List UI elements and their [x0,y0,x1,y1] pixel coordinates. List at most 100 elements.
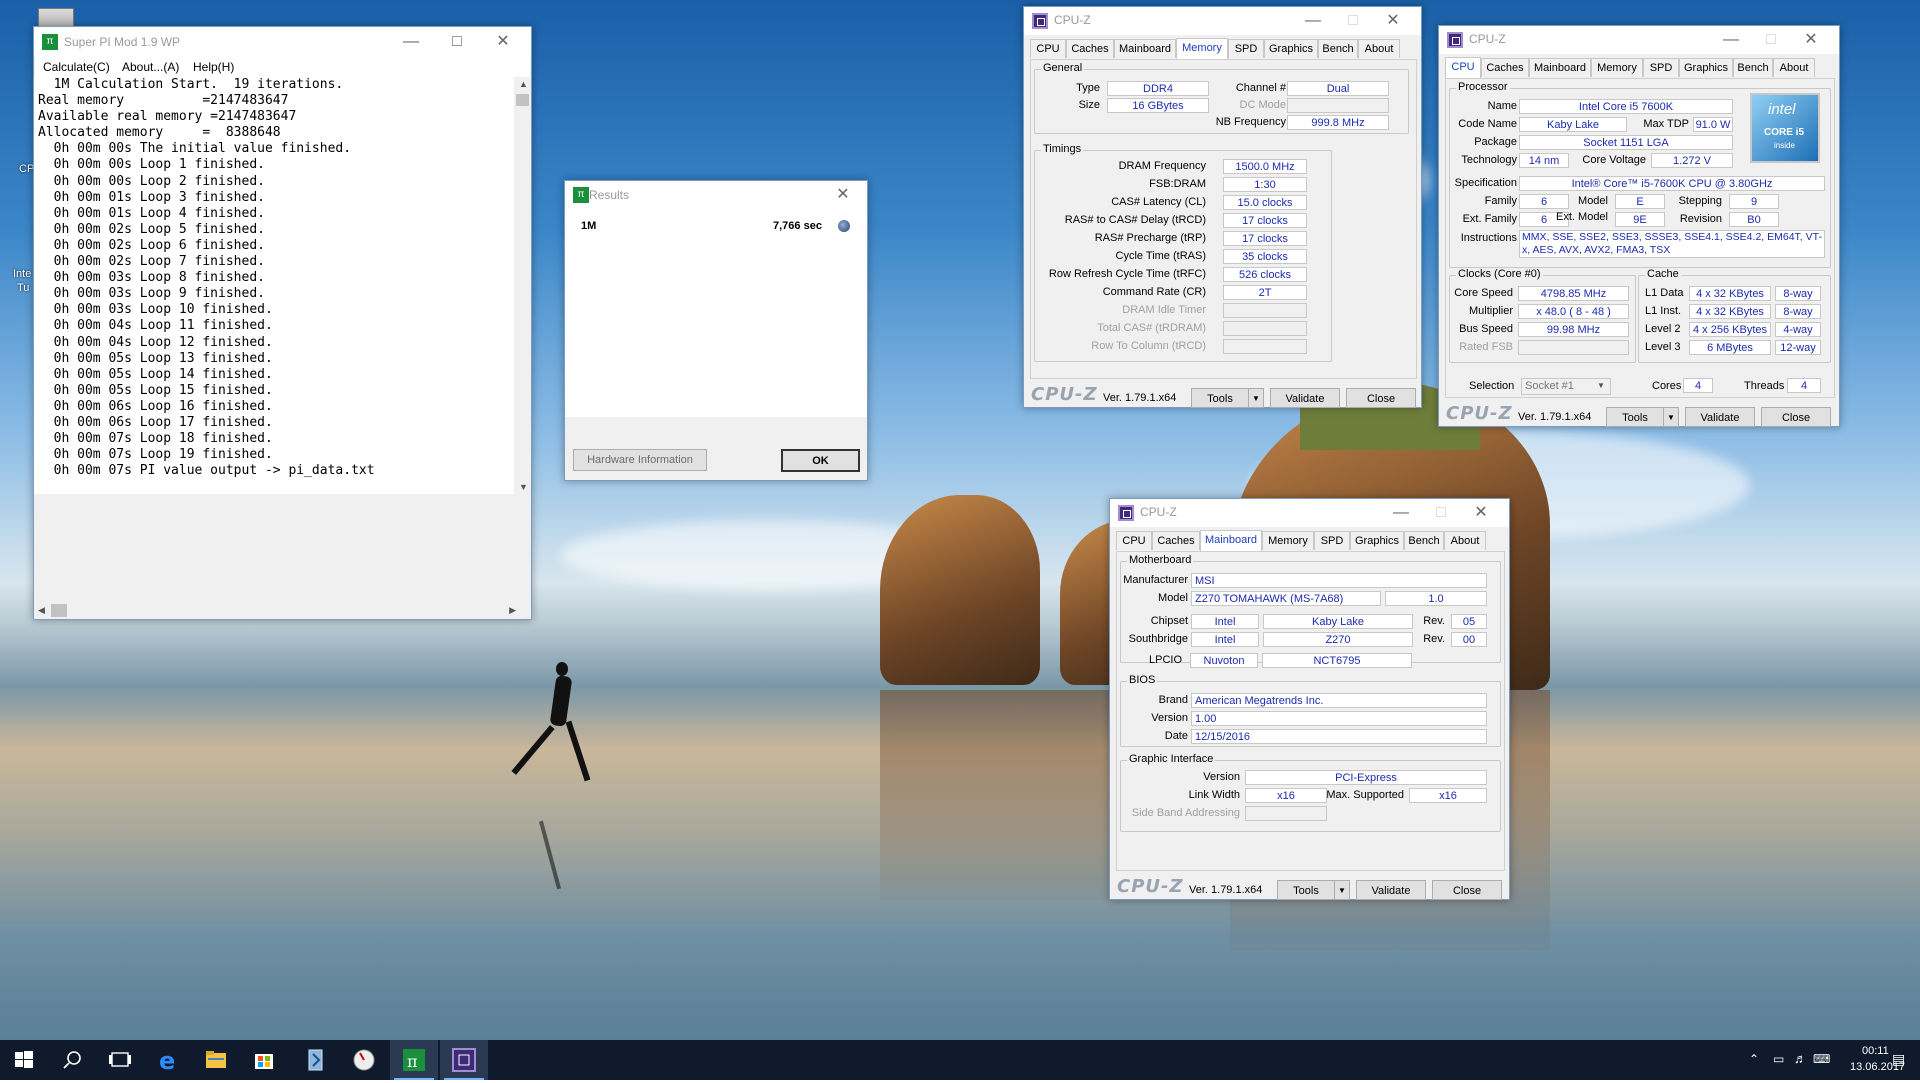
volume-icon[interactable]: ♬ [1794,1051,1807,1066]
taskbar-file-explorer[interactable] [192,1040,240,1080]
close-button[interactable]: ✕ [1373,10,1413,32]
tab-cpu[interactable]: CPU [1030,39,1066,58]
tab-spd[interactable]: SPD [1314,531,1350,550]
validate-button[interactable]: Validate [1356,880,1426,900]
package-value: Socket 1151 LGA [1519,135,1733,150]
taskbar-app-tool[interactable] [292,1040,340,1080]
scroll-thumb[interactable] [516,94,529,106]
tab-memory[interactable]: Memory [1176,38,1228,59]
minimize-button[interactable]: — [1711,29,1751,51]
tab-cpu[interactable]: CPU [1116,531,1152,550]
tab-about[interactable]: About [1358,39,1400,58]
results-titlebar[interactable]: π Results ✕ [565,181,867,209]
validate-button[interactable]: Validate [1270,388,1340,408]
taskbar-store[interactable] [240,1040,288,1080]
tools-dropdown-icon[interactable]: ▼ [1663,407,1679,427]
chevron-up-icon[interactable]: ⌃ [1749,1052,1759,1066]
menu-calculate[interactable]: Calculate(C) [43,60,110,74]
tools-dropdown-icon[interactable]: ▼ [1334,880,1350,900]
tools-button[interactable]: Tools [1277,880,1335,900]
tab-about[interactable]: About [1773,58,1815,77]
start-button[interactable] [0,1040,48,1080]
maximize-button[interactable]: □ [1421,502,1461,524]
chevron-down-icon[interactable]: ▼ [1597,381,1605,390]
superpi-window: π Super PI Mod 1.9 WP — □ ✕ Calculate(C)… [33,26,532,620]
hardware-information-button[interactable]: Hardware Information [573,449,707,471]
tab-mainboard[interactable]: Mainboard [1114,39,1176,58]
close-button[interactable]: ✕ [823,184,863,206]
taskbar-edge[interactable]: e [144,1040,192,1080]
scroll-up-icon[interactable]: ▲ [519,79,528,89]
dcmode-label: DC Mode [1239,99,1286,111]
superpi-titlebar[interactable]: π Super PI Mod 1.9 WP — □ ✕ [34,27,531,57]
ok-button[interactable]: OK [781,449,860,472]
tab-graphics[interactable]: Graphics [1679,58,1733,77]
taskbar-cpuz[interactable] [440,1040,488,1080]
close-button[interactable]: Close [1346,388,1416,408]
cpuz-titlebar[interactable]: CPU-Z — □ ✕ [1110,499,1509,527]
tools-button[interactable]: Tools [1606,407,1664,427]
tab-mainboard[interactable]: Mainboard [1200,530,1262,551]
network-icon[interactable]: ▭ [1773,1052,1784,1066]
close-button[interactable]: Close [1761,407,1831,427]
tools-dropdown-icon[interactable]: ▼ [1248,388,1264,408]
validate-button[interactable]: Validate [1685,407,1755,427]
tab-bench[interactable]: Bench [1404,531,1444,550]
keyboard-icon[interactable]: ⌨ [1813,1052,1830,1066]
scroll-left-icon[interactable]: ◀ [38,605,45,616]
taskbar-app-clock[interactable] [340,1040,388,1080]
tab-caches[interactable]: Caches [1152,531,1200,550]
scroll-thumb[interactable] [51,604,67,617]
cpuz-titlebar[interactable]: CPU-Z — □ ✕ [1024,7,1421,35]
menu-bar: Calculate(C) About...(A) Help(H) [35,57,530,77]
tab-memory[interactable]: Memory [1262,531,1314,550]
timing-label: Total CAS# (tRDRAM) [1097,322,1206,334]
minimize-button[interactable]: — [391,31,431,53]
group-title: General [1041,62,1085,74]
tab-spd[interactable]: SPD [1228,39,1264,58]
timing-label: Cycle Time (tRAS) [1115,250,1206,262]
maximize-button[interactable]: □ [1333,10,1373,32]
task-view-button[interactable] [96,1040,144,1080]
action-center-icon[interactable]: ▤ [1892,1051,1905,1068]
cache-way-value: 8-way [1775,286,1821,301]
maximize-button[interactable]: □ [1751,29,1791,51]
close-button[interactable]: ✕ [1461,502,1501,524]
tab-bench[interactable]: Bench [1318,39,1358,58]
minimize-button[interactable]: — [1293,10,1333,32]
chipset-label: Chipset [1150,615,1188,627]
cpuz-titlebar[interactable]: CPU-Z — □ ✕ [1439,26,1839,54]
timing-value [1223,339,1307,354]
tab-caches[interactable]: Caches [1481,58,1529,77]
scroll-right-icon[interactable]: ▶ [509,605,516,616]
tab-cpu[interactable]: CPU [1445,57,1481,78]
close-button[interactable]: ✕ [1791,29,1831,51]
tab-bench[interactable]: Bench [1733,58,1773,77]
tab-graphics[interactable]: Graphics [1350,531,1404,550]
tab-caches[interactable]: Caches [1066,39,1114,58]
lpcio-vendor-value: Nuvoton [1190,653,1258,668]
close-button[interactable]: ✕ [483,31,523,53]
close-button[interactable]: Close [1432,880,1502,900]
menu-about[interactable]: About...(A) [122,60,179,74]
search-button[interactable] [48,1040,96,1080]
tab-spd[interactable]: SPD [1643,58,1679,77]
tools-button[interactable]: Tools [1191,388,1249,408]
horizontal-scrollbar[interactable]: ◀ ▶ [34,602,520,619]
menu-help[interactable]: Help(H) [193,60,234,74]
superpi-app-icon: π [573,187,589,203]
tab-about[interactable]: About [1444,531,1486,550]
clock-time[interactable]: 00:11 [1862,1045,1889,1057]
console-line: 0h 00m 02s Loop 7 finished. [38,254,265,270]
tab-graphics[interactable]: Graphics [1264,39,1318,58]
minimize-button[interactable]: — [1381,502,1421,524]
cpuz-memory-window: CPU-Z — □ ✕ CPU Caches Mainboard Memory … [1023,6,1422,408]
vertical-scrollbar[interactable]: ▲ ▼ [514,77,531,494]
maximize-button[interactable]: □ [437,31,477,53]
tab-mainboard[interactable]: Mainboard [1529,58,1591,77]
taskbar-superpi[interactable]: π [390,1040,438,1080]
scroll-down-icon[interactable]: ▼ [519,482,528,492]
tab-memory[interactable]: Memory [1591,58,1643,77]
console-output: 1M Calculation Start. 19 iterations. Real… [34,77,520,494]
core-speed-value: 4798.85 MHz [1518,286,1629,301]
